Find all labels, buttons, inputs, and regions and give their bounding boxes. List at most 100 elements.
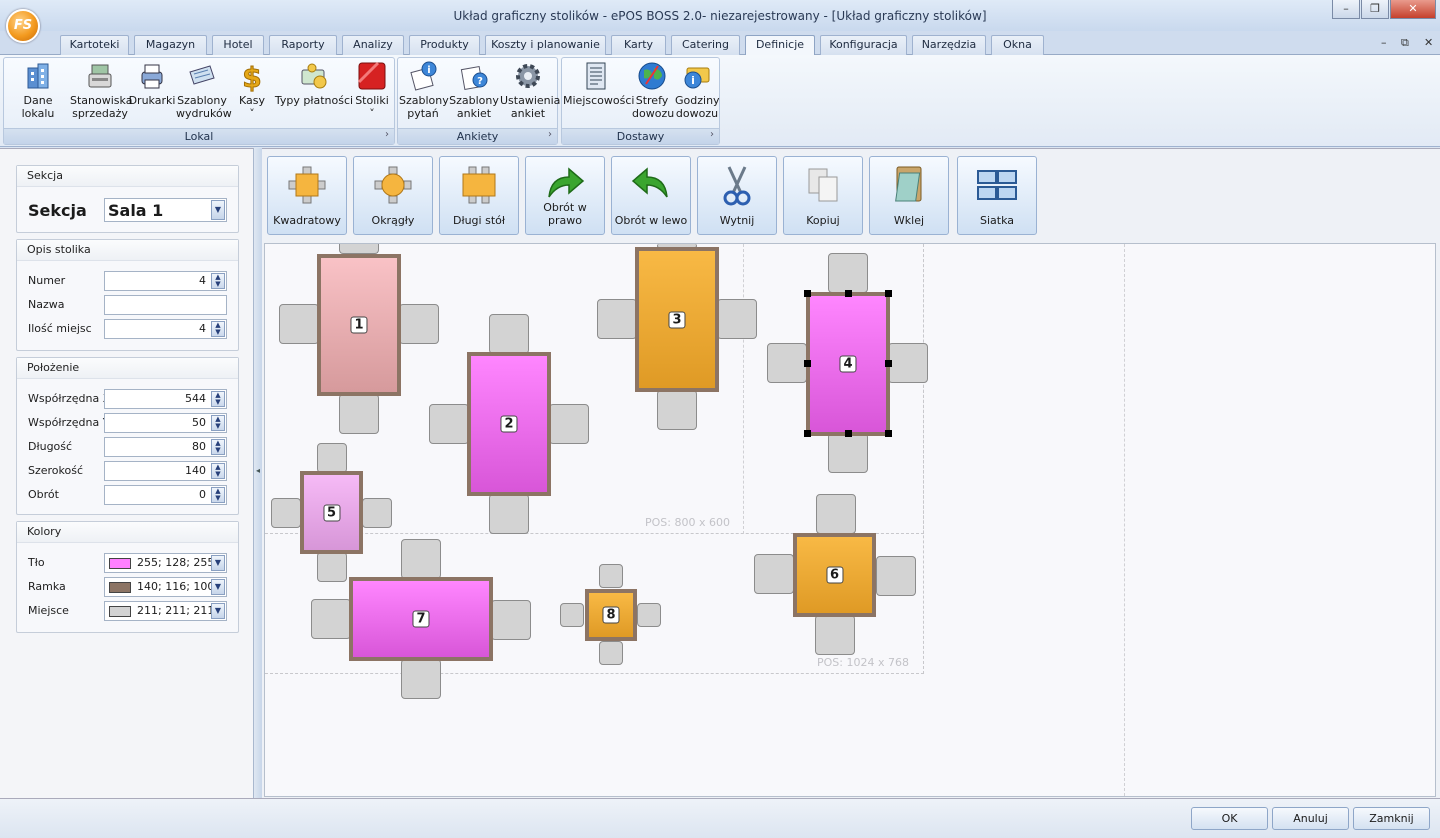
tab-okna[interactable]: Okna — [991, 35, 1044, 55]
typy-platnosci-button[interactable]: Typy płatności — [274, 60, 354, 107]
seat[interactable] — [549, 404, 589, 444]
siatka-button[interactable]: Siatka — [957, 156, 1037, 235]
chevron-down-icon[interactable]: ▼ — [211, 603, 225, 619]
stoliki-button[interactable]: Stoliki ˅ — [354, 60, 390, 120]
tab-konfiguracja[interactable]: Konfiguracja — [820, 35, 907, 55]
seat[interactable] — [401, 539, 441, 579]
tab-karty[interactable]: Karty — [611, 35, 666, 55]
seat[interactable] — [815, 615, 855, 655]
tab-hotel[interactable]: Hotel — [212, 35, 264, 55]
seat[interactable] — [489, 314, 529, 354]
chevron-down-icon[interactable]: ▼ — [211, 555, 225, 571]
resize-handle[interactable] — [885, 360, 892, 367]
restore-button[interactable]: ❐ — [1361, 0, 1389, 19]
app-logo[interactable]: FS — [6, 9, 40, 43]
table-2[interactable]: 2 — [467, 352, 551, 496]
resize-handle[interactable] — [845, 290, 852, 297]
minimize-button[interactable]: – — [1332, 0, 1360, 19]
spin-icon[interactable]: ▲ ▼ — [211, 273, 225, 289]
chevron-down-icon[interactable]: ▼ — [211, 579, 225, 595]
strefy-dowozu-button[interactable]: Strefy dowozu — [632, 60, 674, 120]
spin-icon[interactable]: ▲ ▼ — [211, 487, 225, 503]
tab-raporty[interactable]: Raporty — [269, 35, 337, 55]
seat[interactable] — [279, 304, 319, 344]
tab-definicje[interactable]: Definicje — [745, 35, 815, 56]
chevron-down-icon[interactable]: ▼ — [211, 200, 225, 220]
drukarki-button[interactable]: Drukarki — [128, 60, 176, 107]
seat[interactable] — [401, 659, 441, 699]
resize-handle[interactable] — [804, 360, 811, 367]
tlo-color-picker[interactable]: 255; 128; 255 ▼ — [104, 553, 227, 573]
seat[interactable] — [637, 603, 661, 627]
tab-magazyn[interactable]: Magazyn — [134, 35, 207, 55]
seat[interactable] — [271, 498, 301, 528]
nazwa-field[interactable] — [104, 295, 227, 315]
dostawy-launcher-icon[interactable]: › — [710, 127, 714, 143]
table-layout-canvas[interactable]: POS: 800 x 600 POS: 1024 x 768 1 2 3 4 5… — [264, 243, 1436, 797]
tab-kartoteki[interactable]: Kartoteki — [60, 35, 129, 55]
anuluj-button[interactable]: Anuluj — [1272, 807, 1349, 830]
dlugosc-field[interactable]: 80 ▲ ▼ — [104, 437, 227, 457]
spin-icon[interactable]: ▲ ▼ — [211, 415, 225, 431]
seat[interactable] — [311, 599, 351, 639]
seat[interactable] — [828, 253, 868, 293]
obrot-w-lewo-button[interactable]: Obrót w lewo — [611, 156, 691, 235]
sekcja-select[interactable]: Sala 1 ▼ — [104, 198, 227, 222]
table-4[interactable]: 4 — [806, 292, 890, 436]
dane-lokalu-button[interactable]: Dane lokalu — [7, 60, 69, 120]
kasy-button[interactable]: $ Kasy ˅ — [234, 60, 270, 121]
seat[interactable] — [816, 494, 856, 534]
kwadratowy-button[interactable]: Kwadratowy — [267, 156, 347, 235]
seat[interactable] — [888, 343, 928, 383]
ankiety-launcher-icon[interactable]: › — [548, 127, 552, 143]
panel-splitter[interactable]: ◂ — [254, 148, 262, 798]
seat[interactable] — [657, 390, 697, 430]
seat[interactable] — [599, 564, 623, 588]
tab-produkty[interactable]: Produkty — [409, 35, 480, 55]
tab-catering[interactable]: Catering — [671, 35, 740, 55]
ilosc-miejsc-field[interactable]: 4 ▲ ▼ — [104, 319, 227, 339]
close-button[interactable]: ✕ — [1390, 0, 1436, 19]
seat[interactable] — [717, 299, 757, 339]
mdi-minimize-button[interactable]: – — [1381, 36, 1387, 49]
tab-narzedzia[interactable]: Narzędzia — [912, 35, 986, 55]
dlugi-stol-button[interactable]: Długi stół — [439, 156, 519, 235]
miejscowosci-button[interactable]: Miejscowości — [563, 60, 634, 107]
seat[interactable] — [599, 641, 623, 665]
seat[interactable] — [876, 556, 916, 596]
resize-handle[interactable] — [804, 290, 811, 297]
table-8[interactable]: 8 — [585, 589, 637, 641]
mdi-restore-button[interactable]: ⧉ — [1401, 36, 1409, 50]
tab-analizy[interactable]: Analizy — [342, 35, 404, 55]
zamknij-button[interactable]: Zamknij — [1353, 807, 1430, 830]
lokal-launcher-icon[interactable]: › — [385, 127, 389, 143]
kopiuj-button[interactable]: Kopiuj — [783, 156, 863, 235]
seat[interactable] — [399, 304, 439, 344]
resize-handle[interactable] — [804, 430, 811, 437]
seat[interactable] — [560, 603, 584, 627]
mdi-close-button[interactable]: ✕ — [1424, 36, 1433, 49]
seat[interactable] — [754, 554, 794, 594]
seat[interactable] — [362, 498, 392, 528]
wytnij-button[interactable]: Wytnij — [697, 156, 777, 235]
resize-handle[interactable] — [885, 290, 892, 297]
seat[interactable] — [429, 404, 469, 444]
godziny-dowozu-button[interactable]: i Godziny dowozu — [675, 60, 720, 120]
resize-handle[interactable] — [845, 430, 852, 437]
spin-icon[interactable]: ▲ ▼ — [211, 463, 225, 479]
tab-koszty[interactable]: Koszty i planowanie — [485, 35, 606, 55]
table-7[interactable]: 7 — [349, 577, 493, 661]
table-6[interactable]: 6 — [793, 533, 876, 617]
szablony-ankiet-button[interactable]: ? Szablony ankiet — [449, 60, 499, 120]
seat[interactable] — [597, 299, 637, 339]
seat[interactable] — [317, 443, 347, 473]
ramka-color-picker[interactable]: 140; 116; 100 ▼ — [104, 577, 227, 597]
table-3[interactable]: 3 — [635, 247, 719, 392]
numer-field[interactable]: 4 ▲ ▼ — [104, 271, 227, 291]
seat[interactable] — [767, 343, 807, 383]
seat[interactable] — [489, 494, 529, 534]
szerokosc-field[interactable]: 140 ▲ ▼ — [104, 461, 227, 481]
table-5[interactable]: 5 — [300, 471, 363, 554]
ok-button[interactable]: OK — [1191, 807, 1268, 830]
seat[interactable] — [339, 394, 379, 434]
